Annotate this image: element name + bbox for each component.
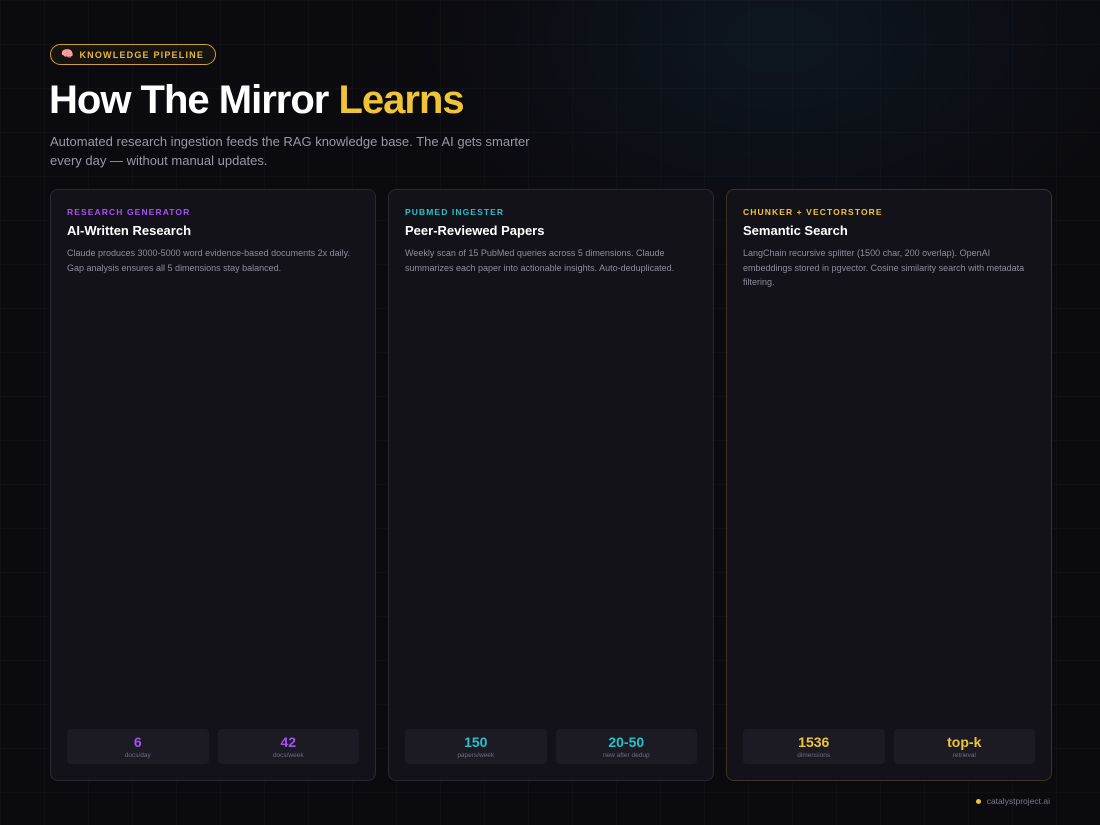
section-badge: 🧠 KNOWLEDGE PIPELINE — [50, 44, 217, 65]
footer: catalystproject.ai — [975, 796, 1050, 806]
stat-dimensions: 1536 dimensions — [743, 729, 885, 764]
stat-label: retrieval — [952, 751, 976, 759]
card-title: Semantic Search — [743, 223, 848, 238]
stat-docs-per-week: 42 docs/week — [217, 729, 359, 764]
stat-label: papers/week — [457, 751, 495, 759]
card-eyebrow: CHUNKER + VECTORSTORE — [743, 207, 883, 217]
page-title: How The Mirror Learns — [49, 78, 465, 123]
card-eyebrow: PUBMED INGESTER — [405, 207, 505, 217]
card-title: Peer-Reviewed Papers — [405, 223, 545, 238]
stat-label: docs/day — [124, 751, 151, 759]
pipeline-cards: RESEARCH GENERATOR AI-Written Research C… — [50, 189, 1052, 781]
stat-value: 1536 — [798, 733, 830, 750]
page-subtitle: Automated research ingestion feeds the R… — [50, 134, 530, 168]
stat-value: 20-50 — [608, 733, 645, 750]
page: 🧠 KNOWLEDGE PIPELINE How The Mirror Lear… — [0, 0, 1100, 825]
card-stats: 150 papers/week 20-50 new after dedup — [405, 729, 697, 764]
stat-value: top-k — [947, 733, 982, 750]
page-title-main: How The Mirror — [49, 78, 339, 122]
card-description: Weekly scan of 15 PubMed queries across … — [405, 248, 675, 273]
card-chunker-vectorstore: CHUNKER + VECTORSTORE Semantic Search La… — [726, 189, 1052, 781]
stat-value: 150 — [464, 733, 488, 750]
stat-retrieval: top-k retrieval — [893, 729, 1035, 764]
card-title: AI-Written Research — [67, 223, 192, 238]
card-research-generator: RESEARCH GENERATOR AI-Written Research C… — [50, 189, 376, 781]
card-eyebrow: RESEARCH GENERATOR — [67, 207, 191, 217]
stat-label: dimensions — [797, 751, 831, 759]
stat-label: docs/week — [272, 751, 304, 759]
card-stats: 1536 dimensions top-k retrieval — [743, 729, 1035, 764]
brain-icon: 🧠 — [61, 48, 74, 60]
card-pubmed-ingester: PUBMED INGESTER Peer-Reviewed Papers Wee… — [388, 189, 714, 781]
badge-label: KNOWLEDGE PIPELINE — [79, 49, 205, 60]
status-dot-icon — [975, 798, 981, 804]
stat-label: new after dedup — [602, 751, 650, 759]
stat-docs-per-day: 6 docs/day — [67, 729, 209, 764]
stat-value: 6 — [133, 733, 142, 750]
stat-papers-per-week: 150 papers/week — [405, 729, 547, 764]
stat-value: 42 — [280, 733, 297, 750]
card-description: LangChain recursive splitter (1500 char,… — [743, 248, 1025, 287]
card-description: Claude produces 3000-5000 word evidence-… — [67, 248, 351, 273]
stat-new-after-dedup: 20-50 new after dedup — [555, 729, 697, 764]
footer-domain: catalystproject.ai — [986, 796, 1050, 806]
card-stats: 6 docs/day 42 docs/week — [67, 729, 359, 764]
page-title-accent: Learns — [338, 78, 464, 122]
